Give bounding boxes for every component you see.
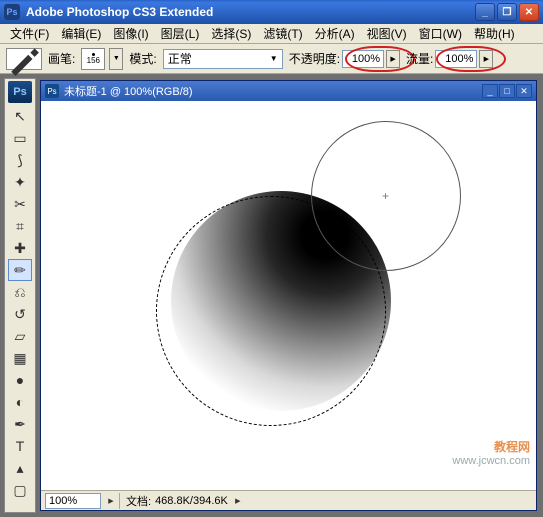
- crop-tool[interactable]: ✂: [8, 193, 32, 215]
- lasso-tool[interactable]: ⟆: [8, 149, 32, 171]
- document-titlebar[interactable]: Ps 未标题-1 @ 100%(RGB/8) _ □ ✕: [41, 81, 536, 101]
- mode-label: 模式:: [129, 50, 156, 67]
- status-flyout-icon[interactable]: ▶: [232, 493, 244, 509]
- doc-size-label: 文档:: [122, 493, 155, 509]
- slice-tool[interactable]: ⌗: [8, 215, 32, 237]
- shape-tool[interactable]: ▢: [8, 479, 32, 501]
- doc-maximize-button[interactable]: □: [499, 84, 515, 98]
- brush-label: 画笔:: [48, 50, 75, 67]
- maximize-button[interactable]: ❐: [497, 3, 517, 21]
- pen-tool[interactable]: ✒: [8, 413, 32, 435]
- blend-mode-value: 正常: [168, 50, 192, 67]
- document-icon: Ps: [45, 84, 59, 98]
- app-title: Adobe Photoshop CS3 Extended: [26, 5, 475, 19]
- status-bar: 100% ▶ 文档: 468.8K/394.6K ▶: [41, 490, 536, 510]
- watermark: 教程网 www.jcwcn.com: [452, 440, 530, 468]
- close-button[interactable]: ✕: [519, 3, 539, 21]
- ps-badge-icon: Ps: [8, 81, 32, 103]
- opacity-flyout-icon[interactable]: ▶: [386, 50, 400, 68]
- zoom-input[interactable]: 100%: [45, 493, 101, 509]
- tool-preset-picker[interactable]: [6, 48, 42, 70]
- watermark-text-1: 教程网: [452, 440, 530, 454]
- blend-mode-select[interactable]: 正常 ▼: [163, 49, 283, 69]
- gradient-tool[interactable]: ▦: [8, 347, 32, 369]
- flow-input[interactable]: 100%: [435, 50, 477, 68]
- chevron-down-icon: ▼: [270, 54, 278, 63]
- brush-size-value: 156: [87, 56, 100, 65]
- menu-image[interactable]: 图像(I): [107, 23, 154, 44]
- blur-tool[interactable]: ●: [8, 369, 32, 391]
- menu-help[interactable]: 帮助(H): [468, 23, 521, 44]
- opacity-input[interactable]: 100%: [342, 50, 384, 68]
- magic-wand-tool[interactable]: ✦: [8, 171, 32, 193]
- brush-preset-picker[interactable]: 156 ▼: [81, 48, 123, 70]
- app-icon: Ps: [4, 4, 20, 20]
- app-titlebar: Ps Adobe Photoshop CS3 Extended _ ❐ ✕: [0, 0, 543, 24]
- menu-layer[interactable]: 图层(L): [155, 23, 206, 44]
- menu-window[interactable]: 窗口(W): [413, 23, 468, 44]
- flow-label: 流量:: [406, 50, 433, 67]
- menu-filter[interactable]: 滤镜(T): [257, 23, 308, 44]
- window-controls: _ ❐ ✕: [475, 3, 539, 21]
- brush-cursor-crosshair-icon: +: [382, 189, 389, 203]
- menu-select[interactable]: 选择(S): [205, 23, 257, 44]
- dodge-tool[interactable]: ◐: [8, 391, 32, 413]
- toolbox-panel: Ps ↖▭⟆✦✂⌗✚✏⎌↺▱▦●◐✒T▴▢: [4, 78, 36, 513]
- document-area: Ps 未标题-1 @ 100%(RGB/8) _ □ ✕ + 教程网 www.: [38, 74, 543, 517]
- path-select-tool[interactable]: ▴: [8, 457, 32, 479]
- menu-analysis[interactable]: 分析(A): [309, 23, 361, 44]
- minimize-button[interactable]: _: [475, 3, 495, 21]
- watermark-text-2: www.jcwcn.com: [452, 455, 530, 468]
- doc-close-button[interactable]: ✕: [516, 84, 532, 98]
- menu-view[interactable]: 视图(V): [361, 23, 413, 44]
- stamp-tool[interactable]: ⎌: [8, 281, 32, 303]
- canvas[interactable]: + 教程网 www.jcwcn.com: [41, 101, 536, 490]
- flow-flyout-icon[interactable]: ▶: [479, 50, 493, 68]
- history-brush-tool[interactable]: ↺: [8, 303, 32, 325]
- marquee-tool[interactable]: ▭: [8, 127, 32, 149]
- move-tool[interactable]: ↖: [8, 105, 32, 127]
- doc-size-value: 468.8K/394.6K: [155, 495, 228, 507]
- menu-bar: 文件(F) 编辑(E) 图像(I) 图层(L) 选择(S) 滤镜(T) 分析(A…: [0, 24, 543, 44]
- opacity-label: 不透明度:: [289, 50, 340, 67]
- document-title: 未标题-1 @ 100%(RGB/8): [64, 83, 482, 99]
- healing-tool[interactable]: ✚: [8, 237, 32, 259]
- type-tool[interactable]: T: [8, 435, 32, 457]
- document-window: Ps 未标题-1 @ 100%(RGB/8) _ □ ✕ + 教程网 www.: [40, 80, 537, 511]
- menu-edit[interactable]: 编辑(E): [55, 23, 107, 44]
- options-bar: 画笔: 156 ▼ 模式: 正常 ▼ 不透明度: 100% ▶ 流量: 100%…: [0, 44, 543, 74]
- brush-tool[interactable]: ✏: [8, 259, 32, 281]
- workspace: Ps ↖▭⟆✦✂⌗✚✏⎌↺▱▦●◐✒T▴▢ Ps 未标题-1 @ 100%(RG…: [0, 74, 543, 517]
- eraser-tool[interactable]: ▱: [8, 325, 32, 347]
- brush-dropdown-icon[interactable]: ▼: [109, 48, 123, 70]
- zoom-flyout-icon[interactable]: ▶: [105, 493, 117, 509]
- doc-minimize-button[interactable]: _: [482, 84, 498, 98]
